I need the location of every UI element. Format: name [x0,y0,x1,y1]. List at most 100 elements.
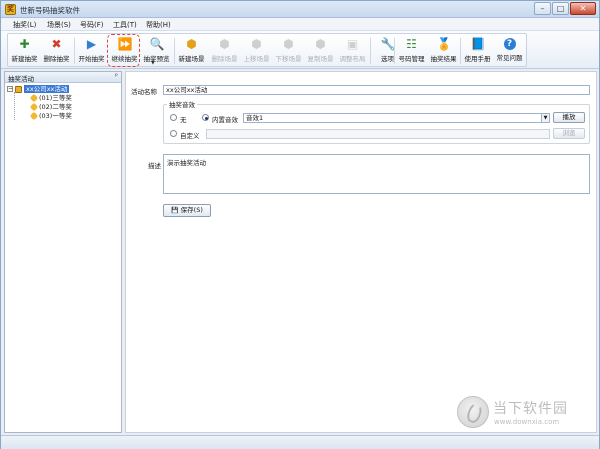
move-down-scene-label: 下移场景 [275,55,302,63]
description-label: 描述 [148,162,161,170]
move-down-scene-button[interactable]: ⬢ 下移场景 [273,36,304,65]
maximize-button[interactable]: □ [552,2,569,15]
tree-connector [14,92,15,120]
close-button[interactable]: ✕ [570,2,596,15]
save-button[interactable]: 💾 保存(S) [163,204,211,217]
prize-icon [29,102,39,112]
copy-scene-icon: ⬢ [315,37,326,51]
watermark-text: 当下软件园 [493,401,568,417]
toolbar: ✚ 新建抽奖 ✖ 删除抽奖 ▶ 开始抽奖 ⏩ 继续抽奖 🔍 抽奖预览 ⬢ 新建场… [1,31,599,69]
faq-button[interactable]: ? 常见问题 [494,36,525,65]
window-controls: – □ ✕ [534,2,596,15]
menu-tools[interactable]: 工具(T) [113,20,137,30]
new-lottery-icon: ✚ [19,37,30,51]
delete-icon: ✖ [51,37,62,51]
custom-sound-path-input[interactable] [206,129,550,139]
medal-icon: 🏅 [436,37,452,51]
activity-name-input[interactable]: xx公司xx活动 [163,85,590,95]
sound-builtin-label: 内置音效 [212,116,238,124]
tree-node-third-prize[interactable]: (01)三等奖 [29,93,72,103]
prize-icon [29,93,39,103]
play-button[interactable]: 播放 [553,112,585,123]
builtin-sound-select[interactable]: 音效1 ▼ [243,113,550,123]
copy-scene-label: 复制场景 [307,55,334,63]
sound-custom-label: 自定义 [180,132,200,140]
tree-root[interactable]: − xx公司xx活动 [7,85,70,94]
adjust-layout-button[interactable]: ▣ 调整布局 [337,36,368,65]
panel-title: 抽奖活动 [8,75,34,83]
move-up-icon: ⬢ [251,37,262,51]
browse-button[interactable]: 浏览 [553,128,585,139]
play-icon: ▶ [86,37,97,51]
number-manage-label: 号码管理 [398,55,425,63]
builtin-sound-value: 音效1 [246,114,264,122]
start-lottery-label: 开始抽奖 [78,55,105,63]
delete-scene-icon: ⬢ [219,37,230,51]
minimize-button[interactable]: – [534,2,551,15]
help-icon: ? [503,38,516,50]
menu-lottery[interactable]: 抽奖(L) [13,20,36,30]
new-scene-icon: ⬢ [186,37,197,51]
sound-group-title: 抽奖音效 [167,99,197,109]
delete-scene-button[interactable]: ⬢ 删除场景 [209,36,240,65]
lottery-results-button[interactable]: 🏅 抽奖结果 [428,36,459,65]
magnifier-icon: 🔍 [149,37,165,51]
sound-none-radio[interactable] [170,114,177,121]
app-icon: 奖 [5,4,16,15]
manual-icon: 📘 [470,37,486,51]
move-up-scene-label: 上移场景 [243,55,270,63]
watermark-url: www.downxia.com [494,418,560,426]
tree-node-label: (02)二等奖 [39,103,72,111]
user-manual-label: 使用手册 [464,55,491,63]
activity-panel: 抽奖活动 ᵖ − xx公司xx活动 (01)三等奖 (02)二等奖 (03)一等奖 [4,71,122,433]
toolbar-separator [174,38,175,64]
chevron-down-icon[interactable]: ▼ [151,60,155,66]
delete-scene-label: 删除场景 [211,55,238,63]
activity-name-label: 活动名称 [131,88,157,96]
window-title: 世新号码抽奖软件 [20,6,80,15]
menu-scene[interactable]: 场景(S) [47,20,71,30]
sound-builtin-radio[interactable] [202,114,209,121]
menu-help[interactable]: 帮助(H) [146,20,171,30]
faq-label: 常见问题 [496,54,523,62]
tree-node-second-prize[interactable]: (02)二等奖 [29,102,72,112]
toolbar-separator [394,38,395,64]
menu-number[interactable]: 号码(F) [80,20,104,30]
tree-root-label: xx公司xx活动 [24,85,70,93]
tree-node-label: (03)一等奖 [39,112,72,120]
save-icon: 💾 [171,207,179,214]
lottery-results-label: 抽奖结果 [430,55,457,63]
delete-lottery-button[interactable]: ✖ 删除抽奖 [41,36,72,65]
prize-icon [29,111,39,121]
chevron-down-icon[interactable]: ▼ [541,114,549,122]
pin-icon[interactable]: ᵖ [115,72,118,80]
tree-node-first-prize[interactable]: (03)一等奖 [29,111,72,121]
start-lottery-button[interactable]: ▶ 开始抽奖 [76,36,107,65]
user-manual-button[interactable]: 📘 使用手册 [462,36,493,65]
delete-lottery-label: 删除抽奖 [43,55,70,63]
toolbar-strip: ✚ 新建抽奖 ✖ 删除抽奖 ▶ 开始抽奖 ⏩ 继续抽奖 🔍 抽奖预览 ⬢ 新建场… [7,33,527,67]
new-scene-label: 新建场景 [178,55,205,63]
number-manage-icon: ☷ [406,37,417,51]
collapse-toggle-icon[interactable]: − [7,86,13,92]
new-lottery-label: 新建抽奖 [11,55,38,63]
number-manage-button[interactable]: ☷ 号码管理 [396,36,427,65]
new-scene-button[interactable]: ⬢ 新建场景 [176,36,207,65]
preview-lottery-label: 抽奖预览 [143,55,170,63]
sound-none-label: 无 [180,116,187,124]
menu-bar: 抽奖(L) 场景(S) 号码(F) 工具(T) 帮助(H) [1,18,599,31]
detail-form: 活动名称 xx公司xx活动 抽奖音效 无 内置音效 音效1 ▼ 播放 自定义 浏… [125,71,597,433]
highlight-marker [107,34,140,67]
app-window: 奖 世新号码抽奖软件 – □ ✕ 抽奖(L) 场景(S) 号码(F) 工具(T)… [0,0,600,449]
move-up-scene-button[interactable]: ⬢ 上移场景 [241,36,272,65]
new-lottery-button[interactable]: ✚ 新建抽奖 [9,36,40,65]
panel-header: 抽奖活动 ᵖ [5,72,121,83]
move-down-icon: ⬢ [283,37,294,51]
status-bar [1,435,599,449]
copy-scene-button[interactable]: ⬢ 复制场景 [305,36,336,65]
description-textarea[interactable]: 演示抽奖活动 [163,154,590,194]
activity-icon [15,85,22,93]
sound-custom-radio[interactable] [170,130,177,137]
tree-node-label: (01)三等奖 [39,94,72,102]
preview-lottery-button[interactable]: 🔍 抽奖预览 [141,36,172,65]
